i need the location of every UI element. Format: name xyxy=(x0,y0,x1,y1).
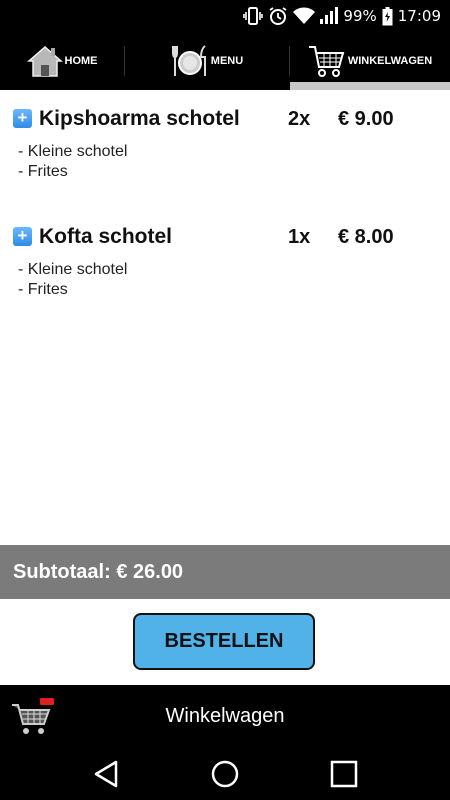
back-icon[interactable] xyxy=(92,759,120,794)
plate-cutlery-icon xyxy=(171,43,209,79)
selected-tab-indicator xyxy=(290,82,450,90)
cart-item: + Kofta schotel 1x € 8.00 - Kleine schot… xyxy=(0,224,450,304)
house-icon xyxy=(26,43,63,79)
clock: 17:09 xyxy=(397,7,441,25)
wifi-icon xyxy=(293,7,316,25)
tab-home-label: HOME xyxy=(64,55,98,67)
expand-icon[interactable]: + xyxy=(13,109,32,128)
vibrate-icon xyxy=(243,6,264,26)
status-bar: 99% 17:09 xyxy=(0,0,450,32)
bottom-bar-title: Winkelwagen xyxy=(165,705,285,727)
home-circle-icon[interactable] xyxy=(210,759,240,794)
tab-winkelwagen-label: WINKELWAGEN xyxy=(347,55,433,67)
tab-menu-label: MENU xyxy=(210,55,244,67)
item-name: Kofta schotel xyxy=(39,225,173,248)
tab-home[interactable]: HOME xyxy=(0,32,124,90)
item-name: Kipshoarma schotel xyxy=(39,107,240,130)
expand-icon[interactable]: + xyxy=(13,227,32,246)
order-button[interactable]: BESTELLEN xyxy=(133,613,315,670)
signal-icon xyxy=(320,7,339,25)
recents-square-icon[interactable] xyxy=(329,759,359,794)
item-quantity: 1x xyxy=(288,226,311,248)
system-nav-bar xyxy=(0,749,450,800)
item-option: - Frites xyxy=(18,163,68,180)
alarm-icon xyxy=(268,6,288,26)
item-option: - Kleine schotel xyxy=(18,261,128,278)
bottom-bar: Winkelwagen xyxy=(0,685,450,749)
item-option: - Kleine schotel xyxy=(18,143,128,160)
cart-item: + Kipshoarma schotel 2x € 9.00 - Kleine … xyxy=(0,106,450,186)
item-quantity: 2x xyxy=(288,108,311,130)
item-price: € 9.00 xyxy=(338,108,394,130)
shopping-cart-icon xyxy=(308,43,346,79)
battery-icon xyxy=(382,6,393,26)
subtotal-bar: Subtotaal: € 26.00 xyxy=(0,545,450,599)
tab-menu[interactable]: MENU xyxy=(125,32,289,90)
battery-percent: 99% xyxy=(343,7,377,25)
status-icons: 99% 17:09 xyxy=(243,0,441,32)
item-option: - Frites xyxy=(18,281,68,298)
subtotal-text: Subtotaal: € 26.00 xyxy=(13,561,184,583)
item-price: € 8.00 xyxy=(338,226,394,248)
